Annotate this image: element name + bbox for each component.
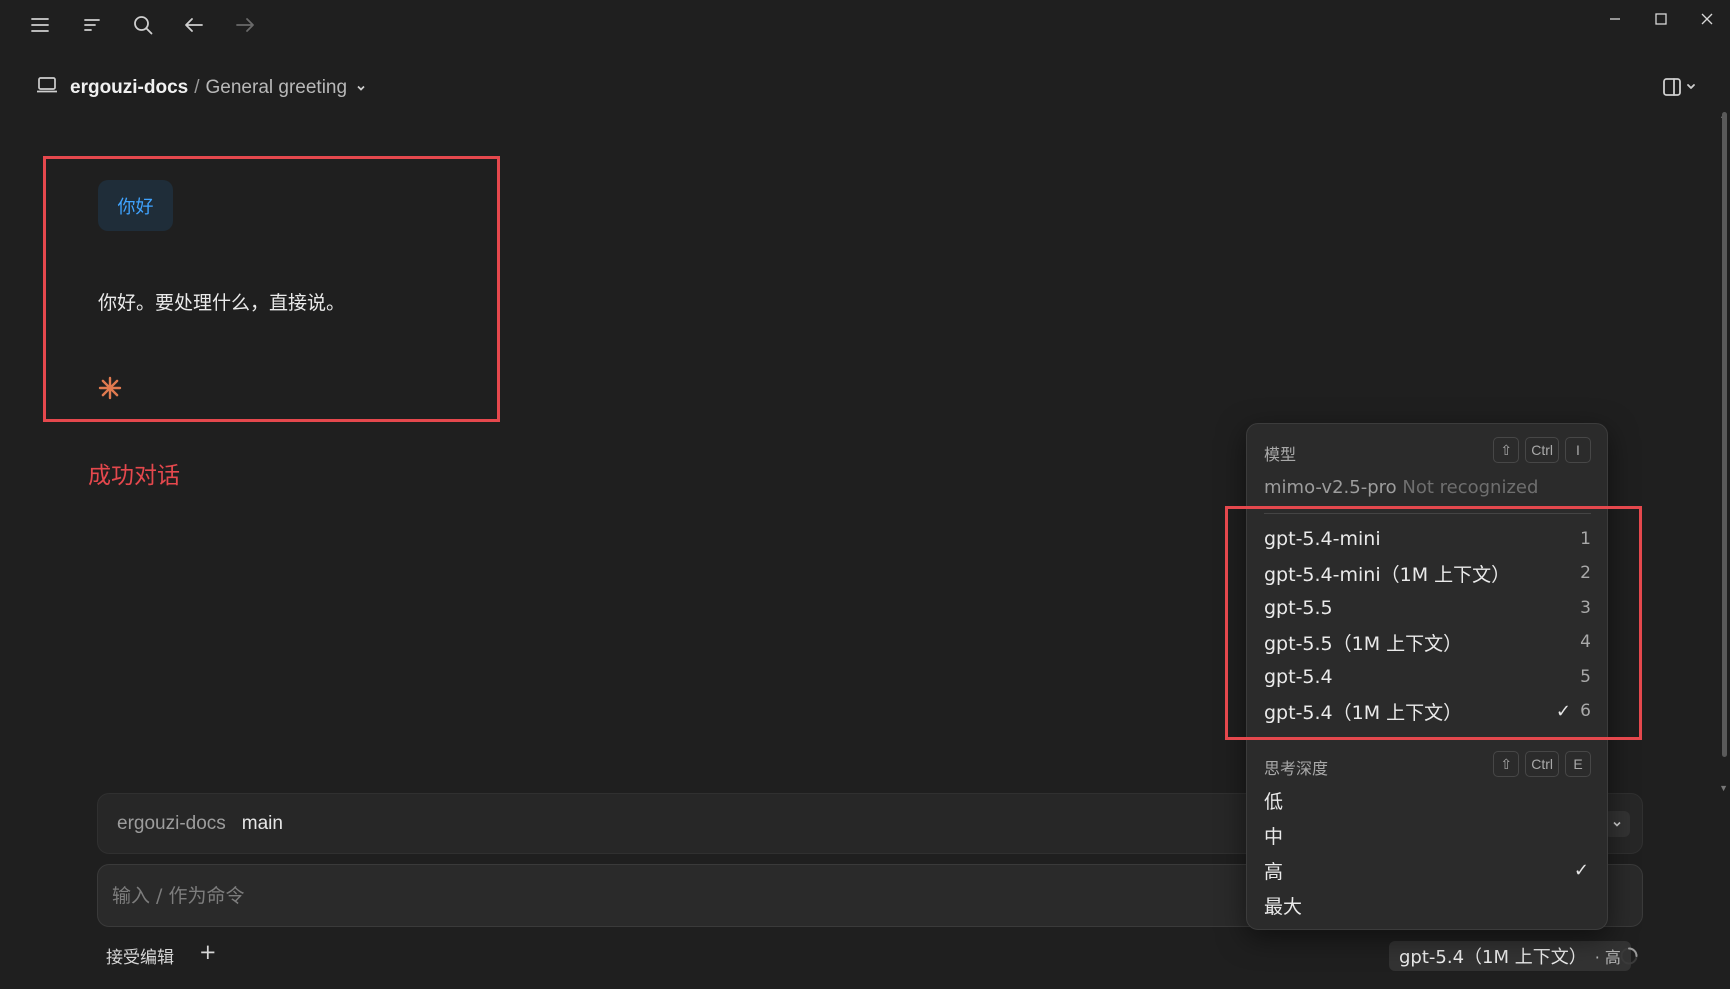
depth-section-title: 思考深度 xyxy=(1264,759,1329,778)
plus-icon[interactable]: + xyxy=(199,940,217,964)
branch-name[interactable]: main xyxy=(242,813,283,835)
depth-option-selected[interactable]: 高 ✓ xyxy=(1264,855,1591,885)
annotation-label: 成功对话 xyxy=(88,463,180,489)
current-model-status: Not recognized xyxy=(1402,477,1539,498)
depth-option-label: 最大 xyxy=(1264,895,1303,918)
maximize-icon[interactable] xyxy=(1643,8,1679,30)
model-section-title: 模型 xyxy=(1264,445,1297,464)
depth-option-label: 低 xyxy=(1264,790,1284,813)
panel-toggle-icon[interactable] xyxy=(1660,73,1700,101)
back-icon[interactable] xyxy=(180,11,208,39)
model-selector-label: gpt-5.4（1M 上下文） xyxy=(1399,947,1587,968)
depth-shortcut: ⇧ Ctrl E xyxy=(1493,751,1591,777)
conversation-title[interactable]: General greeting xyxy=(206,77,348,99)
letter-key: E xyxy=(1565,751,1591,777)
breadcrumb: ergouzi-docs / General greeting xyxy=(36,74,366,102)
close-icon[interactable] xyxy=(1689,8,1725,30)
prompt-input[interactable] xyxy=(112,879,1212,913)
minimize-icon[interactable] xyxy=(1597,8,1633,30)
spark-icon xyxy=(98,376,122,405)
depth-option[interactable]: 最大 xyxy=(1264,890,1591,920)
loading-spinner-icon xyxy=(1619,946,1639,971)
search-icon[interactable] xyxy=(129,11,157,39)
depth-option-label: 高 xyxy=(1264,860,1284,883)
user-message-text: 你好 xyxy=(117,196,154,218)
menu-icon[interactable] xyxy=(26,11,54,39)
depth-option-label: 中 xyxy=(1264,825,1284,848)
assistant-message-text: 你好。要处理什么，直接说。 xyxy=(98,292,346,314)
current-model: mimo-v2.5-pro Not recognized xyxy=(1264,477,1538,498)
project-name[interactable]: ergouzi-docs xyxy=(70,77,188,99)
depth-option[interactable]: 低 xyxy=(1264,785,1591,815)
laptop-icon xyxy=(36,76,58,100)
outline-icon[interactable] xyxy=(78,11,106,39)
repo-name[interactable]: ergouzi-docs xyxy=(117,813,226,835)
accept-edits-button[interactable]: 接受编辑 xyxy=(106,943,174,968)
user-message-bubble: 你好 xyxy=(98,180,173,231)
check-icon: ✓ xyxy=(1573,859,1589,881)
ctrl-key: Ctrl xyxy=(1525,437,1559,463)
thinking-level-label: · 高 xyxy=(1594,948,1621,967)
shift-key: ⇧ xyxy=(1493,437,1520,463)
ctrl-key: Ctrl xyxy=(1525,751,1559,777)
chevron-down-icon[interactable] xyxy=(356,84,366,92)
forward-icon[interactable] xyxy=(231,11,259,39)
depth-option[interactable]: 中 xyxy=(1264,820,1591,850)
shift-key: ⇧ xyxy=(1493,751,1520,777)
model-shortcut: ⇧ Ctrl I xyxy=(1493,437,1591,463)
breadcrumb-separator: / xyxy=(194,77,200,98)
annotation-box-models xyxy=(1225,506,1642,740)
model-selector-button[interactable]: gpt-5.4（1M 上下文） · 高 xyxy=(1389,941,1631,971)
scroll-down-arrow[interactable]: ▼ xyxy=(1719,783,1728,793)
scrollbar[interactable] xyxy=(1722,112,1727,757)
current-model-name: mimo-v2.5-pro xyxy=(1264,477,1397,498)
letter-key: I xyxy=(1565,437,1591,463)
